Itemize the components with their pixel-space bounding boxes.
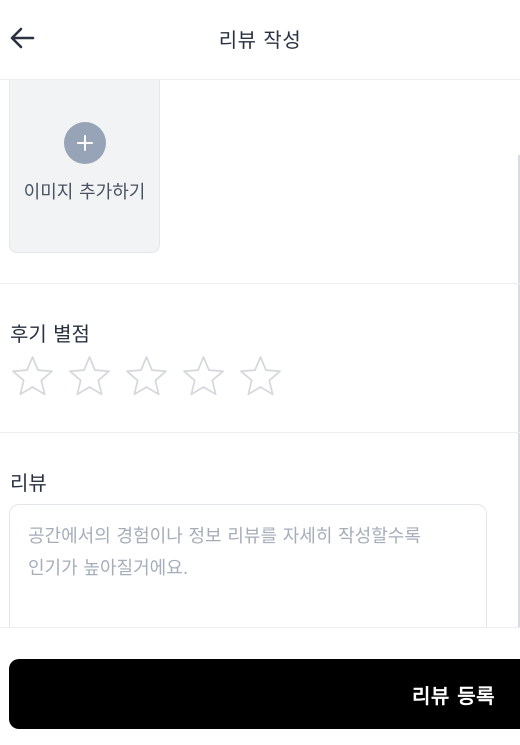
plus-circle xyxy=(64,122,106,164)
rating-title: 후기 별점 xyxy=(10,322,90,346)
review-write-page: 리뷰 작성 이미지 추가하기 후기 별점 리뷰 리뷰 등록 xyxy=(0,0,520,745)
section-divider xyxy=(0,432,520,433)
section-divider xyxy=(0,283,520,284)
review-textarea[interactable] xyxy=(10,505,486,643)
add-image-button[interactable]: 이미지 추가하기 xyxy=(9,72,160,253)
top-header: 리뷰 작성 xyxy=(0,0,520,80)
bottom-action-bar: 리뷰 등록 xyxy=(0,627,520,745)
star-icon[interactable] xyxy=(10,354,55,399)
star-icon[interactable] xyxy=(181,354,226,399)
star-icon[interactable] xyxy=(238,354,283,399)
page-title: 리뷰 작성 xyxy=(218,28,302,52)
star-icon[interactable] xyxy=(124,354,169,399)
star-icon[interactable] xyxy=(67,354,112,399)
review-title: 리뷰 xyxy=(10,471,47,495)
submit-review-button[interactable]: 리뷰 등록 xyxy=(9,659,520,729)
star-rating[interactable] xyxy=(10,354,283,399)
submit-review-label: 리뷰 등록 xyxy=(412,684,496,708)
plus-icon xyxy=(77,135,93,151)
review-textarea-box xyxy=(9,504,487,644)
add-image-label: 이미지 추가하기 xyxy=(23,182,146,203)
